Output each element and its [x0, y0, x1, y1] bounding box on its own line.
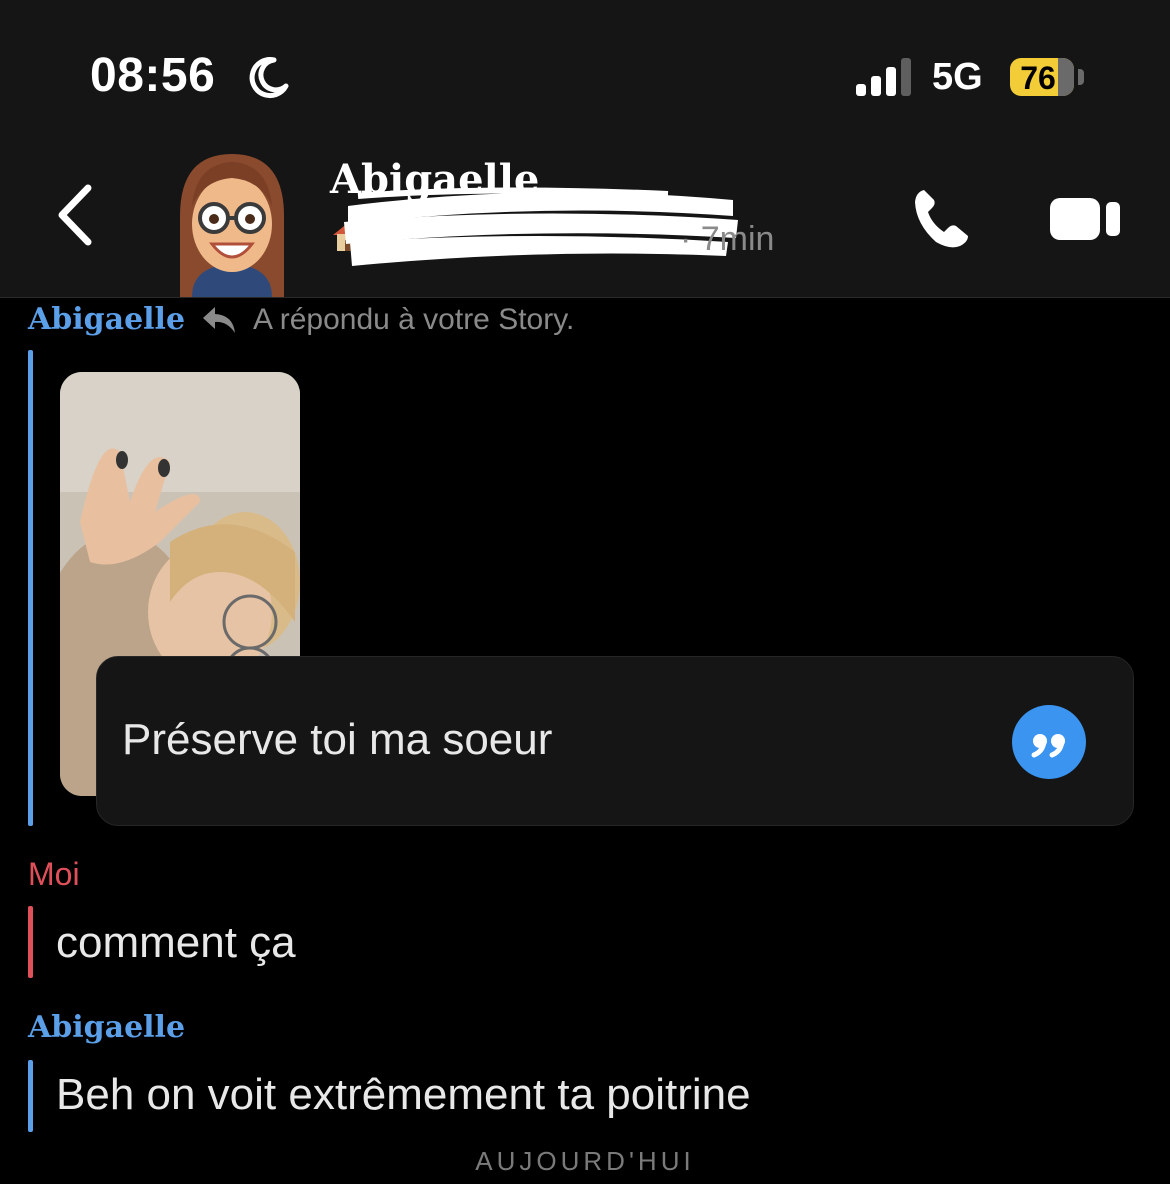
story-reply-note: A répondu à votre Story.	[253, 302, 575, 336]
video-icon[interactable]	[1050, 196, 1122, 242]
reply-arrow-icon	[203, 306, 236, 333]
signal-icon	[856, 58, 911, 96]
status-bar: 08:56 5G 76	[0, 0, 1170, 130]
battery-level: 76	[1020, 60, 1056, 96]
message-text[interactable]: Beh on voit extrêmement ta poitrine	[56, 1070, 751, 1120]
message-text[interactable]: comment ça	[56, 918, 296, 968]
avatar[interactable]	[162, 146, 302, 297]
story-reply-bubble[interactable]: Préserve toi ma soeur	[96, 656, 1134, 826]
message-indicator-bar	[28, 1060, 33, 1132]
quote-button[interactable]	[1012, 705, 1086, 779]
battery-icon: 76	[1010, 58, 1074, 96]
story-reply-header: Abigaelle A répondu à votre Story.	[28, 302, 574, 337]
back-icon[interactable]	[52, 180, 102, 250]
chat-header: Abigaelle · 7min	[0, 130, 1170, 298]
sender-name: Abigaelle	[28, 302, 186, 337]
quoted-message: Préserve toi ma soeur	[122, 715, 553, 764]
quote-icon	[1031, 734, 1065, 758]
status-time: 08:56	[90, 49, 216, 102]
day-divider: AUJOURD'HUI	[475, 1146, 695, 1176]
message-indicator-bar	[28, 350, 33, 826]
sender-name-me: Moi	[28, 856, 80, 892]
last-seen-time: · 7min	[680, 220, 775, 258]
phone-icon[interactable]	[910, 186, 974, 250]
moon-icon	[249, 57, 289, 99]
sender-name: Abigaelle	[28, 1010, 186, 1045]
network-type: 5G	[932, 56, 983, 98]
message-indicator-bar	[28, 906, 33, 978]
battery-nub	[1078, 69, 1084, 85]
